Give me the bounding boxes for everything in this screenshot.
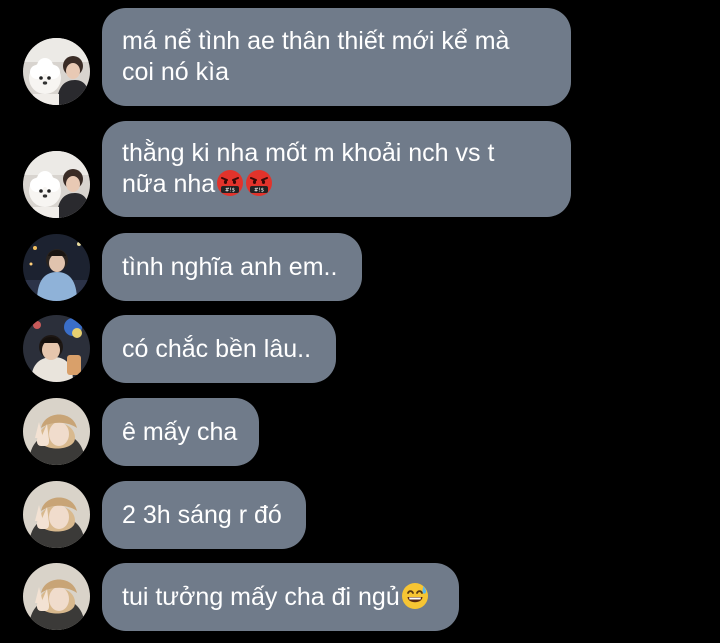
message-row: má nể tình ae thân thiết mới kể mà coi n… <box>0 8 720 106</box>
message-text: ê mấy cha <box>122 417 237 448</box>
message-line: tình nghĩa anh em.. <box>122 252 338 281</box>
message-line: tui tưởng mấy cha đi ngủ <box>122 582 400 611</box>
avatar-image <box>23 151 90 218</box>
message-row: tình nghĩa anh em.. <box>0 233 720 301</box>
message-thread: má nể tình ae thân thiết mới kể mà coi n… <box>0 0 720 643</box>
message-line: nữa nha <box>122 170 216 198</box>
message-line: thằng ki nha mốt m khoải nch vs t <box>122 139 495 167</box>
face-with-symbols-on-mouth-emoji: #!$ <box>216 169 244 197</box>
message-text: thằng ki nha mốt m khoải nch vs t nữa nh… <box>122 138 494 200</box>
avatar-girl-peace-sign-icon[interactable] <box>23 481 90 548</box>
avatar-image <box>23 563 90 630</box>
message-row: tui tưởng mấy cha đi ngủ <box>0 563 720 631</box>
svg-text:#!$: #!$ <box>254 188 265 194</box>
avatar-girl-peace-sign-icon[interactable] <box>23 563 90 630</box>
svg-text:#!$: #!$ <box>225 188 236 194</box>
avatar-boy-blue-hoodie-icon[interactable] <box>23 234 90 301</box>
face-with-symbols-on-mouth-emoji: #!$ <box>245 169 273 197</box>
message-line: 2 3h sáng r đó <box>122 500 282 529</box>
avatar-boy-with-dog-icon[interactable] <box>23 38 90 105</box>
message-row: 2 3h sáng r đó <box>0 481 720 549</box>
message-line: có chắc bền lâu.. <box>122 334 312 363</box>
message-bubble[interactable]: ê mấy cha <box>102 398 259 466</box>
grinning-face-with-sweat-emoji <box>401 582 429 610</box>
avatar-girl-peace-sign-icon[interactable] <box>23 398 90 465</box>
message-text: má nể tình ae thân thiết mới kể mà coi n… <box>122 26 509 88</box>
avatar-image <box>23 234 90 301</box>
message-line: ê mấy cha <box>122 417 238 446</box>
message-text: tui tưởng mấy cha đi ngủ <box>122 582 429 613</box>
message-bubble[interactable]: 2 3h sáng r đó <box>102 481 306 549</box>
avatar-image <box>23 38 90 105</box>
avatar-image <box>23 315 90 382</box>
message-text: tình nghĩa anh em.. <box>122 252 337 283</box>
message-row: có chắc bền lâu.. <box>0 315 720 383</box>
message-bubble[interactable]: có chắc bền lâu.. <box>102 315 336 383</box>
message-bubble[interactable]: tình nghĩa anh em.. <box>102 233 362 301</box>
message-bubble[interactable]: má nể tình ae thân thiết mới kể mà coi n… <box>102 8 571 106</box>
message-line: coi nó kìa <box>122 58 230 86</box>
message-row: thằng ki nha mốt m khoải nch vs t nữa nh… <box>0 121 720 218</box>
message-line: má nể tình ae thân thiết mới kể mà <box>122 27 510 55</box>
message-bubble[interactable]: thằng ki nha mốt m khoải nch vs t nữa nh… <box>102 121 571 217</box>
message-text: 2 3h sáng r đó <box>122 500 282 531</box>
avatar-image <box>23 481 90 548</box>
message-bubble[interactable]: tui tưởng mấy cha đi ngủ <box>102 563 459 631</box>
message-row: ê mấy cha <box>0 398 720 466</box>
avatar-boy-with-dog-icon[interactable] <box>23 151 90 218</box>
avatar-image <box>23 398 90 465</box>
message-text: có chắc bền lâu.. <box>122 334 311 365</box>
avatar-boy-night-selfie-icon[interactable] <box>23 315 90 382</box>
